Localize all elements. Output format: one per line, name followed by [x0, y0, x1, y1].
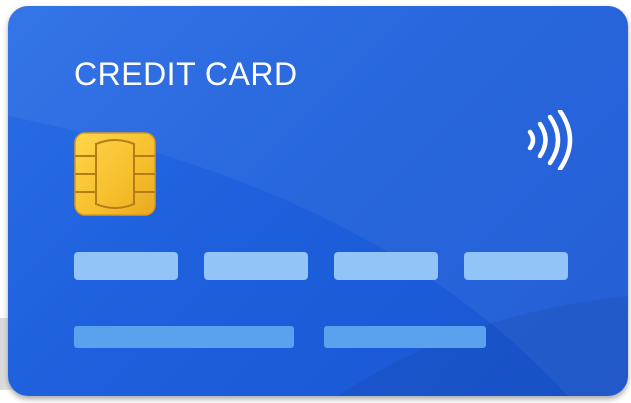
credit-card: CREDIT CARD	[8, 6, 628, 396]
contactless-icon	[527, 110, 573, 170]
cardholder-name-bar	[74, 326, 294, 348]
card-title: CREDIT CARD	[74, 56, 298, 92]
expiry-date-bar	[324, 326, 486, 348]
card-number-group-3	[334, 252, 438, 280]
chip-icon	[74, 132, 156, 216]
page: CREDIT CARD	[0, 0, 631, 403]
card-number-group-1	[74, 252, 178, 280]
card-number-bars	[74, 252, 568, 280]
card-number-group-4	[464, 252, 568, 280]
card-detail-bars	[74, 326, 494, 348]
card-number-group-2	[204, 252, 308, 280]
